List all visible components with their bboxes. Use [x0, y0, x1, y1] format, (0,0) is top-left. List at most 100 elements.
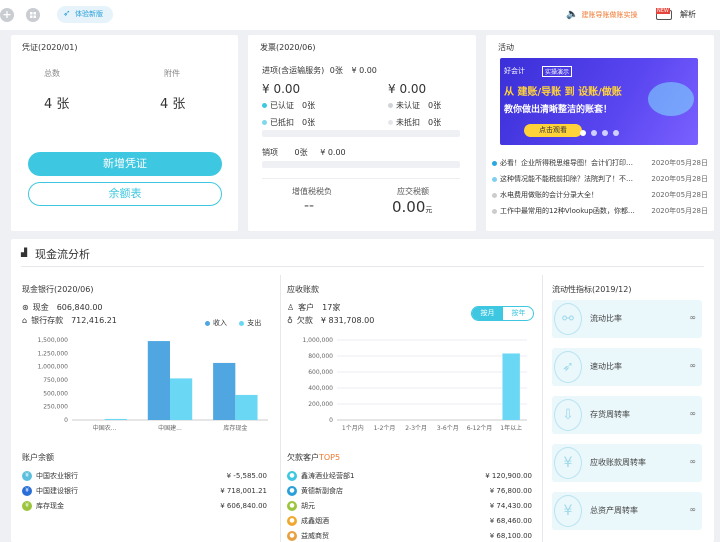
kpi-card[interactable]: ¥ 应收账款周转率 ∞ [552, 444, 702, 482]
new-voucher-button[interactable]: 新增凭证 [28, 152, 222, 176]
tax-payable: 0.00元 [392, 198, 432, 216]
kpi-card[interactable]: ¥ 总资产周转率 ∞ [552, 492, 702, 530]
dot-icon [262, 103, 267, 108]
balance-name: 库存现金 [36, 502, 64, 510]
output-invoice-count: 0张 [294, 148, 308, 157]
debtor-name: 黄德新副食店 [301, 487, 343, 495]
divider [542, 275, 543, 542]
balance-sheet-button[interactable]: 余额表 [28, 182, 222, 206]
voucher-attach-label: 附件 [164, 69, 180, 78]
news-item[interactable]: 必看！企业所得税思维导图！会计们打印… 2020年05月28日 [492, 157, 714, 169]
debtor-name: 胡元 [301, 502, 315, 510]
carousel-dots[interactable] [580, 130, 619, 138]
input-invoice-row: 进项(含运输服务) 0张 ¥ 0.00 [262, 65, 377, 76]
bar[interactable] [235, 394, 258, 420]
invoice-title: 发票(2020/06) [260, 43, 316, 52]
divider [280, 275, 281, 542]
apps-grid-icon[interactable] [26, 8, 40, 22]
promo-link[interactable]: 🔈 建账导账做账实操 [566, 9, 637, 20]
news-title: 必看！企业所得税思维导图！会计们打印… [500, 159, 633, 167]
input-invoice-label: 进项(含运输服务) [262, 66, 325, 75]
kpi-card[interactable]: ⇩ 存货周转率 ∞ [552, 396, 702, 434]
balance-amount: ¥ 606,840.00 [220, 502, 267, 510]
plus-icon[interactable]: + [0, 8, 14, 22]
x-tick-label: 1年以上 [500, 424, 522, 432]
bar[interactable] [170, 378, 193, 420]
debtor-row[interactable]: ● 益威商贸 ¥ 68,100.00 [287, 530, 532, 542]
try-new-version-label: 体验新版 [75, 10, 103, 18]
bar[interactable] [502, 353, 520, 420]
debtor-amount: ¥ 120,900.00 [485, 472, 532, 480]
promo-banner[interactable]: 好会计 实操演示 从 建账/导账 到 设账/做账 教你做出清晰整洁的账套！ 点击… [500, 58, 698, 145]
cash-bank-title: 现金银行(2020/06) [22, 285, 94, 294]
vat-burden-value: -- [304, 198, 315, 214]
y-tick-label: 200,000 [308, 401, 333, 408]
toggle-by-year[interactable]: 按年 [503, 307, 533, 320]
bank-row: ⌂ 银行存款 712,416.21 [22, 315, 117, 326]
dot-icon [262, 120, 267, 125]
carousel-dot[interactable] [580, 130, 586, 136]
output-invoice-amount: ¥ 0.00 [320, 148, 346, 157]
debtor-row[interactable]: ● 胡元 ¥ 74,430.00 [287, 500, 532, 512]
kpi-label: 应收账款周转率 [590, 458, 646, 467]
kpi-card[interactable]: ➶ 速动比率 ∞ [552, 348, 702, 386]
cash-value: 606,840.00 [56, 303, 103, 312]
balance-name: 中国建设银行 [36, 487, 78, 495]
cash-row: ⊛ 现金 606,840.00 [22, 302, 103, 313]
carousel-dot[interactable] [613, 130, 619, 136]
video-icon[interactable]: NEW [656, 8, 676, 20]
y-tick-label: 1,000,000 [302, 337, 333, 344]
banner-watch-button[interactable]: 点击观看 [524, 124, 582, 137]
period-toggle[interactable]: 按月 按年 [471, 306, 534, 321]
news-date: 2020年05月28日 [651, 159, 708, 167]
toggle-by-month[interactable]: 按月 [472, 307, 503, 320]
y-tick-label: 1,500,000 [37, 337, 68, 344]
debtor-row[interactable]: ● 鑫涛酒业经营部1 ¥ 120,900.00 [287, 470, 532, 482]
news-item[interactable]: 这种情况能不能税前扣除？法院判了！不… 2020年05月28日 [492, 173, 714, 185]
account-balance-title: 账户余额 [22, 453, 54, 462]
x-tick-label: 中国农... [93, 424, 117, 432]
receivables-aging-chart: 0 200,000 400,000 600,000 800,000 1,000,000 1个… [302, 337, 527, 432]
speaker-icon: 🔈 [566, 9, 579, 20]
bullet-icon [492, 160, 497, 166]
yen-circle-icon: ¥ [554, 447, 582, 479]
banner-logo: 好会计 [504, 67, 525, 75]
bank-value: 712,416.21 [71, 316, 117, 325]
debt-value: ¥ 831,708.00 [320, 316, 375, 325]
news-title: 工作中最常用的12种Vlookup函数，你都… [500, 207, 635, 215]
cash-bank-chart: 0 250,000 500,000 750,000 1,000,000 1,250,000… [37, 337, 268, 432]
kpi-card[interactable]: ⚯ 流动比率 ∞ [552, 300, 702, 338]
news-item[interactable]: 水电费用做账的会计分录大全！ 2020年05月28日 [492, 189, 714, 201]
voucher-attach-value: 4 张 [160, 97, 186, 112]
customer-value: 17家 [322, 303, 341, 312]
x-tick-label: 2-3个月 [405, 425, 427, 432]
chart-icon: ▟ [21, 248, 28, 257]
debtor-row[interactable]: ● 成鑫烟酒 ¥ 68,460.00 [287, 515, 532, 527]
carousel-dot[interactable] [602, 130, 608, 136]
bar[interactable] [104, 418, 127, 420]
top-debtors-label: 欠款客户 [287, 453, 319, 462]
debtor-name: 益威商贸 [301, 532, 329, 540]
undeducted-stat: 未抵扣 0张 [388, 117, 441, 128]
analysis-link[interactable]: 解析 [680, 9, 696, 20]
money-bag-icon: ♁ [287, 316, 293, 325]
news-item[interactable]: 工作中最常用的12种Vlookup函数，你都… 2020年05月28日 [492, 205, 714, 217]
bullet-icon [492, 192, 497, 198]
debt-row: ♁ 欠款 ¥ 831,708.00 [287, 315, 374, 326]
input-invoice-amount: ¥ 0.00 [351, 66, 377, 75]
kpi-label: 流动比率 [590, 314, 622, 323]
x-tick-label: 1个月内 [342, 424, 364, 432]
uncertified-label: 未认证 [396, 101, 420, 110]
carousel-dot[interactable] [591, 130, 597, 136]
kpi-label: 速动比率 [590, 362, 622, 371]
bar[interactable] [147, 341, 170, 420]
news-title: 这种情况能不能税前扣除？法院判了！不… [500, 175, 633, 183]
legend-income: 收入 [213, 319, 227, 327]
y-tick-label: 750,000 [43, 377, 68, 384]
bar[interactable] [213, 362, 236, 420]
non-deductible-amount: ¥ 0.00 [388, 82, 427, 96]
debtor-row[interactable]: ● 黄德新副食店 ¥ 76,800.00 [287, 485, 532, 497]
try-new-version-tab[interactable]: ➶ 体验新版 [57, 6, 113, 23]
tax-payable-unit: 元 [425, 206, 433, 214]
voucher-total-value: 4 张 [44, 97, 70, 112]
